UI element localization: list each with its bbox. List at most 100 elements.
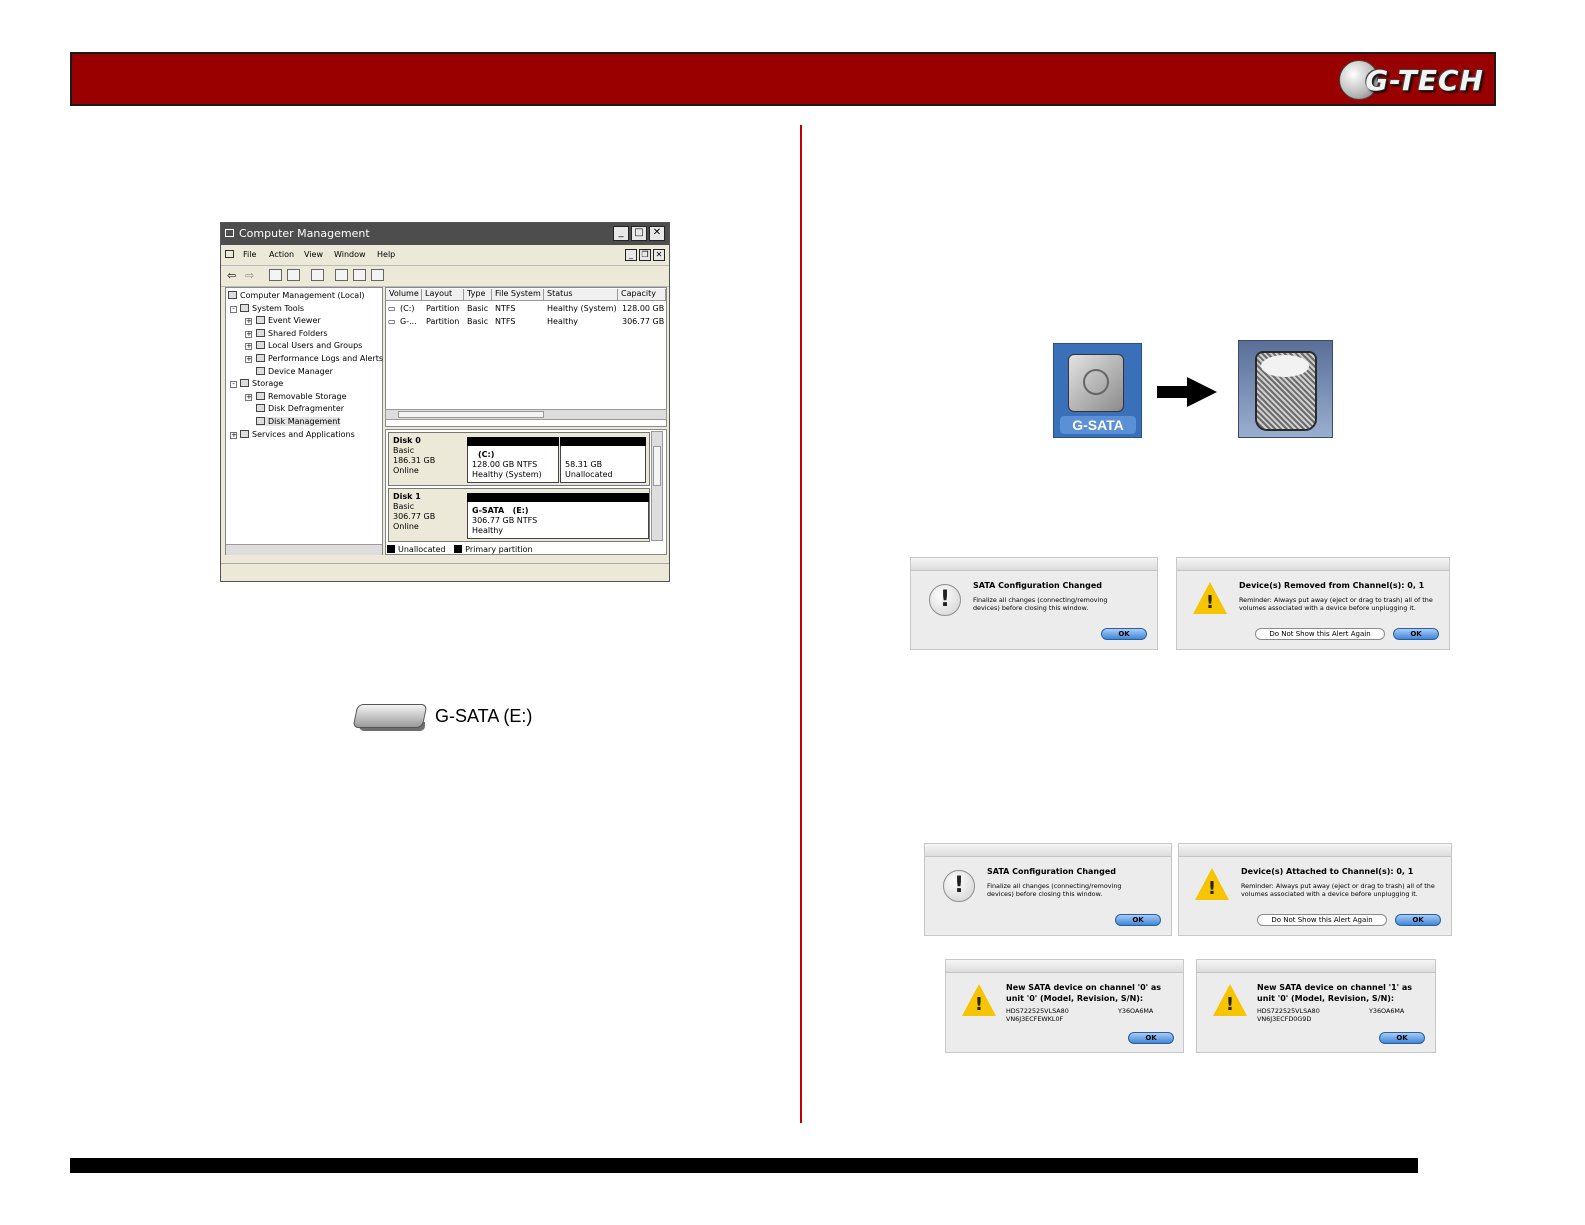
- column-header-volume[interactable]: Volume: [386, 289, 422, 301]
- ok-button[interactable]: OK: [1393, 628, 1439, 640]
- scroll-thumb[interactable]: [398, 411, 544, 418]
- arrow-head-icon: [1187, 377, 1217, 407]
- partition-c[interactable]: (C:) 128.00 GB NTFS Healthy (System): [467, 437, 559, 483]
- column-header-capacity[interactable]: Capacity: [618, 289, 666, 301]
- disk-1-size: 306.77 GB: [393, 512, 436, 521]
- partition-bar: [467, 493, 649, 502]
- disk-0-status: Online: [393, 466, 419, 475]
- disk-1-row[interactable]: Disk 1 Basic 306.77 GB Online G-SATA (E:…: [388, 488, 650, 542]
- collapse-icon[interactable]: -: [230, 381, 237, 388]
- ok-button[interactable]: OK: [1395, 914, 1441, 926]
- tree-item-event-viewer[interactable]: Event Viewer: [256, 316, 321, 325]
- tree-item-storage[interactable]: Storage: [240, 379, 283, 388]
- settings-icon[interactable]: [371, 269, 384, 281]
- menu-help[interactable]: Help: [377, 250, 395, 259]
- disk-0-row[interactable]: Disk 0 Basic 186.31 GB Online (C:) 128.0…: [388, 432, 650, 486]
- table-row[interactable]: ▭ G-... Partition Basic NTFS Healthy 306…: [386, 317, 666, 329]
- drive-shortcut[interactable]: G-SATA (E:): [352, 690, 543, 746]
- dialog-titlebar: [925, 844, 1171, 857]
- tree-item-disk-defragmenter[interactable]: Disk Defragmenter: [256, 404, 344, 413]
- ok-button[interactable]: OK: [1379, 1032, 1425, 1044]
- column-header-status[interactable]: Status: [544, 289, 618, 301]
- list-horizontal-scrollbar[interactable]: [385, 409, 667, 420]
- table-row[interactable]: ▭ (C:) Partition Basic NTFS Healthy (Sys…: [386, 304, 666, 316]
- drive-label: G-SATA (E:): [435, 706, 533, 726]
- forward-arrow-icon[interactable]: ⇨: [245, 269, 254, 282]
- disk-0-type: Basic: [393, 446, 415, 455]
- menu-file[interactable]: File: [243, 250, 256, 259]
- partition-unallocated[interactable]: 58.31 GB Unallocated: [560, 437, 646, 483]
- dialog-devices-attached: ! Device(s) Attached to Channel(s): 0, 1…: [1178, 843, 1452, 936]
- collapse-icon[interactable]: -: [230, 306, 237, 313]
- partition-c-status: Healthy (System): [472, 470, 542, 479]
- column-header-type[interactable]: Type: [464, 289, 492, 301]
- properties-icon[interactable]: [311, 269, 324, 281]
- toolbar: ⇦ ⇨: [221, 265, 669, 287]
- maximize-button[interactable]: □: [631, 226, 647, 241]
- partition-e-info: G-SATA (E:) 306.77 GB NTFS Healthy: [472, 506, 537, 536]
- app-menu-icon[interactable]: [225, 250, 234, 258]
- column-header-layout[interactable]: Layout: [422, 289, 464, 301]
- expand-icon[interactable]: +: [245, 356, 252, 363]
- tree-horizontal-scrollbar[interactable]: [226, 544, 382, 555]
- performance-icon: [256, 354, 265, 362]
- footer-bar: [70, 1158, 1418, 1173]
- partition-c-label: (C:): [478, 450, 495, 459]
- refresh-icon[interactable]: [335, 269, 348, 281]
- child-close-button[interactable]: ✕: [653, 249, 665, 261]
- close-button[interactable]: ✕: [649, 226, 665, 241]
- partition-c-info: (C:) 128.00 GB NTFS Healthy (System): [472, 450, 542, 480]
- disk-1-status: Online: [393, 522, 419, 531]
- dialog-message: Finalize all changes (connecting/removin…: [973, 596, 1108, 612]
- device-serial: VN6J3ECFD0G9D: [1257, 1015, 1312, 1023]
- tree-item-local-users[interactable]: Local Users and Groups: [256, 341, 362, 350]
- ok-button[interactable]: OK: [1115, 914, 1161, 926]
- help-icon[interactable]: [353, 269, 366, 281]
- window-titlebar[interactable]: Computer Management _ □ ✕: [221, 223, 669, 245]
- volume-list: Volume Layout Type File System Status Ca…: [385, 287, 667, 427]
- dialog-sata-config-changed: ! SATA Configuration Changed Finalize al…: [924, 843, 1172, 936]
- tree-item-system-tools[interactable]: System Tools: [240, 304, 304, 313]
- expand-icon[interactable]: +: [245, 331, 252, 338]
- tree-item-disk-management[interactable]: Disk Management: [256, 417, 341, 426]
- mac-drive-icon[interactable]: G-SATA: [1053, 343, 1142, 438]
- device-revision: Y36OA6MA: [1369, 1007, 1405, 1015]
- tree-item-services[interactable]: Services and Applications: [240, 430, 355, 439]
- arrow-right-icon: [1157, 386, 1187, 398]
- do-not-show-again-button[interactable]: Do Not Show this Alert Again: [1255, 628, 1385, 640]
- ok-button[interactable]: OK: [1101, 628, 1147, 640]
- tree-item-root[interactable]: Computer Management (Local): [228, 291, 365, 300]
- partition-c-size: 128.00 GB NTFS: [472, 460, 538, 469]
- do-not-show-again-button[interactable]: Do Not Show this Alert Again: [1257, 914, 1387, 926]
- disk-vertical-scrollbar[interactable]: [651, 431, 663, 541]
- child-restore-button[interactable]: ❐: [639, 249, 651, 261]
- tree-item-removable-storage[interactable]: Removable Storage: [256, 392, 347, 401]
- tree-item-shared-folders[interactable]: Shared Folders: [256, 329, 328, 338]
- expand-icon[interactable]: +: [230, 432, 237, 439]
- expand-icon[interactable]: +: [245, 394, 252, 401]
- menu-view[interactable]: View: [304, 250, 323, 259]
- minimize-button[interactable]: _: [613, 226, 629, 241]
- column-header-file-system[interactable]: File System: [492, 289, 544, 301]
- disk-0-info: Disk 0 Basic 186.31 GB Online: [393, 436, 435, 476]
- tree-item-device-manager[interactable]: Device Manager: [256, 367, 333, 376]
- storage-icon: [240, 379, 249, 387]
- status-bar: [221, 563, 669, 582]
- trash-icon[interactable]: [1238, 340, 1333, 438]
- tree-item-performance-logs[interactable]: Performance Logs and Alerts: [256, 354, 383, 363]
- child-minimize-button[interactable]: _: [625, 249, 637, 261]
- expand-icon[interactable]: +: [245, 343, 252, 350]
- dialog-title: SATA Configuration Changed: [987, 867, 1116, 876]
- warning-mark: !: [1207, 878, 1217, 899]
- expand-icon[interactable]: +: [245, 318, 252, 325]
- menu-window[interactable]: Window: [334, 250, 366, 259]
- menu-action[interactable]: Action: [269, 250, 294, 259]
- up-folder-icon[interactable]: [269, 269, 282, 281]
- back-arrow-icon[interactable]: ⇦: [227, 269, 236, 282]
- partition-e[interactable]: G-SATA (E:) 306.77 GB NTFS Healthy: [467, 493, 649, 539]
- show-hide-tree-icon[interactable]: [287, 269, 300, 281]
- cell-file-system: NTFS: [495, 304, 516, 313]
- disk-0-name: Disk 0: [393, 436, 421, 445]
- scroll-thumb[interactable]: [653, 446, 661, 486]
- ok-button[interactable]: OK: [1128, 1032, 1174, 1044]
